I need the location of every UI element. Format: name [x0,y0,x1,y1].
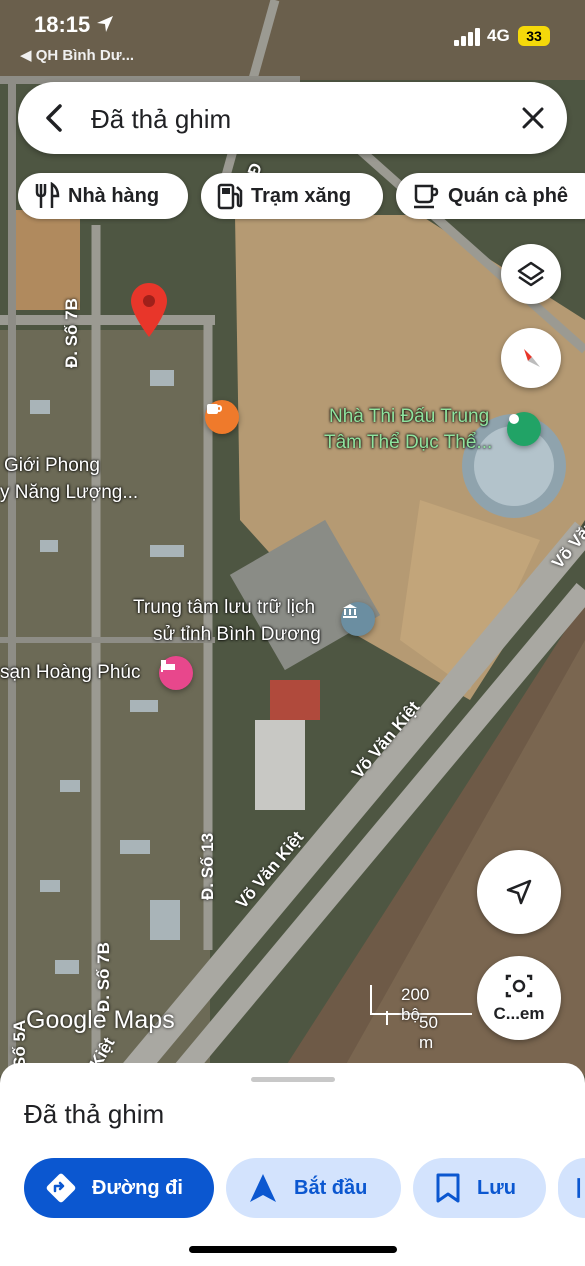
coffee-poi-icon[interactable] [205,400,239,434]
close-icon[interactable] [521,106,545,130]
navigation-arrow-icon [506,879,532,905]
chip-label: Nhà hàng [68,184,160,207]
place-label-company-line1[interactable]: Giới Phong [4,455,100,477]
directions-button[interactable]: Đường đi [24,1158,214,1218]
battery-indicator: 33 [518,26,550,46]
back-to-app-link[interactable]: ◀ QH Bình Dư... [20,46,134,64]
road-label: Đ. Số 7B [94,942,113,1012]
directions-label: Đường đi [92,1176,183,1199]
place-label-company-line2[interactable]: y Năng Lượng... [0,482,138,504]
place-label-stadium-line2[interactable]: Tâm Thể Dục Thể... [324,432,492,454]
compass-icon [524,349,540,367]
camera-button-label: C...em [493,1004,545,1023]
place-label-stadium-line1[interactable]: Nhà Thi Đấu Trung [329,406,489,428]
cellular-signal-icon [454,28,480,46]
share-icon [577,1178,581,1198]
start-button[interactable]: Bắt đầu [226,1158,401,1218]
road-label: Đ. Số 13 [198,832,217,900]
save-button[interactable]: Lưu [413,1158,546,1218]
chip-coffee-shops[interactable]: Quán cà phê [396,173,585,219]
status-bar: 18:15 ◀ QH Bình Dư... 4G 33 [0,0,585,70]
coffee-cup-icon [414,184,439,209]
dropped-pin-icon[interactable] [131,283,167,337]
camera-lens-icon [505,974,533,998]
chip-restaurants[interactable]: Nhà hàng [18,173,188,219]
save-label: Lưu [477,1176,516,1199]
status-time: 18:15 [34,12,114,38]
start-label: Bắt đầu [294,1176,368,1199]
my-location-button[interactable] [477,850,561,934]
home-indicator[interactable] [189,1246,397,1253]
layers-icon [517,261,545,287]
search-query[interactable]: Đã thả ghim [91,104,231,135]
gas-station-icon [217,183,243,210]
place-bottom-sheet[interactable]: Đã thả ghim Đường đi Bắt đầu Lưu [0,1063,585,1266]
fork-knife-icon [35,182,60,208]
chip-label: Trạm xăng [251,184,352,207]
chip-gas-stations[interactable]: Trạm xăng [201,173,383,219]
compass-button[interactable] [501,328,561,388]
layers-button[interactable] [501,244,561,304]
bookmark-icon [436,1173,460,1203]
navigation-arrow-icon [250,1174,276,1202]
search-bar[interactable]: Đã thả ghim [18,82,567,154]
camera-button[interactable]: C...em [477,956,561,1040]
road-label: Đ. Số 7B [62,298,81,368]
sheet-drag-handle[interactable] [251,1077,335,1082]
hotel-poi-icon[interactable] [159,656,193,690]
stadium-poi-icon[interactable] [507,412,541,446]
google-maps-logo: Google Maps [26,1006,175,1034]
network-type: 4G [487,26,510,45]
scale-label-meters: 50 m [419,1013,438,1052]
directions-icon [46,1173,76,1203]
chip-label: Quán cà phê [448,184,569,207]
sheet-title: Đã thả ghim [24,1099,165,1129]
place-label-hotel[interactable]: sạn Hoàng Phúc [0,662,141,684]
more-actions-button[interactable] [558,1158,585,1218]
place-label-archive-line2[interactable]: sử tỉnh Bình Dương [153,624,321,646]
location-arrow-icon [97,16,114,32]
back-arrow-icon[interactable] [44,104,64,132]
place-label-archive-line1[interactable]: Trung tâm lưu trữ lịch [133,597,315,619]
museum-poi-icon[interactable] [341,602,375,636]
